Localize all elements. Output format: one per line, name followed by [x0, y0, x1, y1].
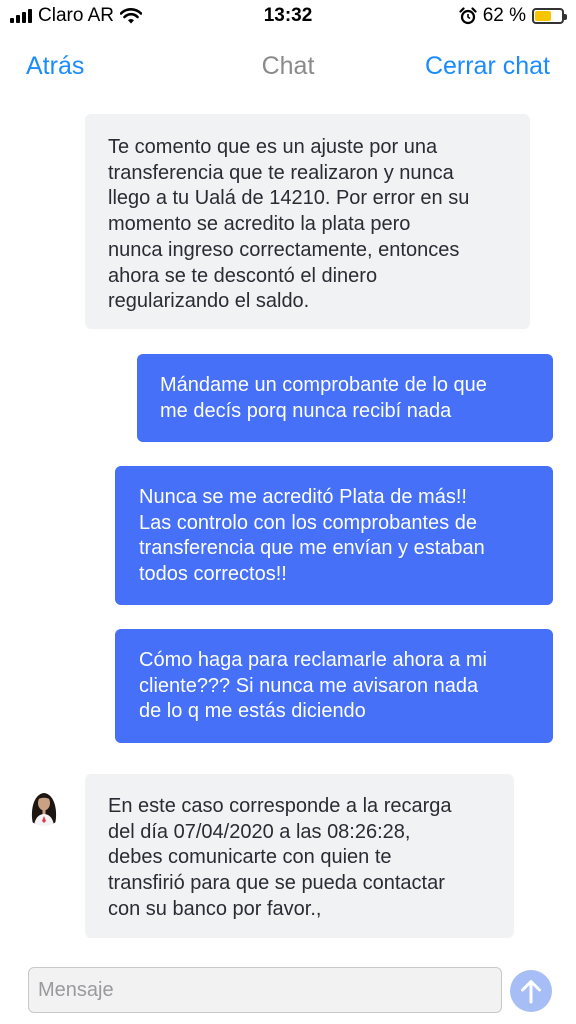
message-incoming: En este caso corresponde a la recarga de… [85, 774, 514, 938]
message-input[interactable] [28, 967, 502, 1013]
send-button[interactable] [510, 970, 552, 1012]
message-outgoing: Mándame un comprobante de lo que me decí… [137, 354, 553, 442]
wifi-icon [120, 8, 143, 24]
nav-bar: Atrás Chat Cerrar chat [0, 40, 576, 90]
message-incoming: Te comento que es un ajuste por una tran… [85, 114, 530, 329]
status-bar: Claro AR 13:32 62 % [0, 0, 576, 32]
signal-bars-icon [10, 9, 32, 23]
battery-level [535, 11, 552, 21]
agent-avatar [24, 786, 64, 826]
status-right: 62 % [459, 5, 567, 27]
battery-icon [532, 8, 567, 24]
battery-percent: 62 % [482, 5, 526, 26]
message-outgoing: Nunca se me acreditó Plata de más!! Las … [115, 466, 553, 605]
close-chat-button[interactable]: Cerrar chat [425, 52, 550, 81]
carrier-label: Claro AR [38, 5, 115, 26]
alarm-clock-icon [459, 7, 477, 25]
avatar-portrait-icon [24, 786, 64, 826]
back-button[interactable]: Atrás [26, 52, 84, 81]
status-left: Claro AR [10, 5, 143, 27]
arrow-up-icon [521, 980, 541, 1004]
message-outgoing: Cómo haga para reclamarle ahora a mi cli… [115, 629, 553, 743]
